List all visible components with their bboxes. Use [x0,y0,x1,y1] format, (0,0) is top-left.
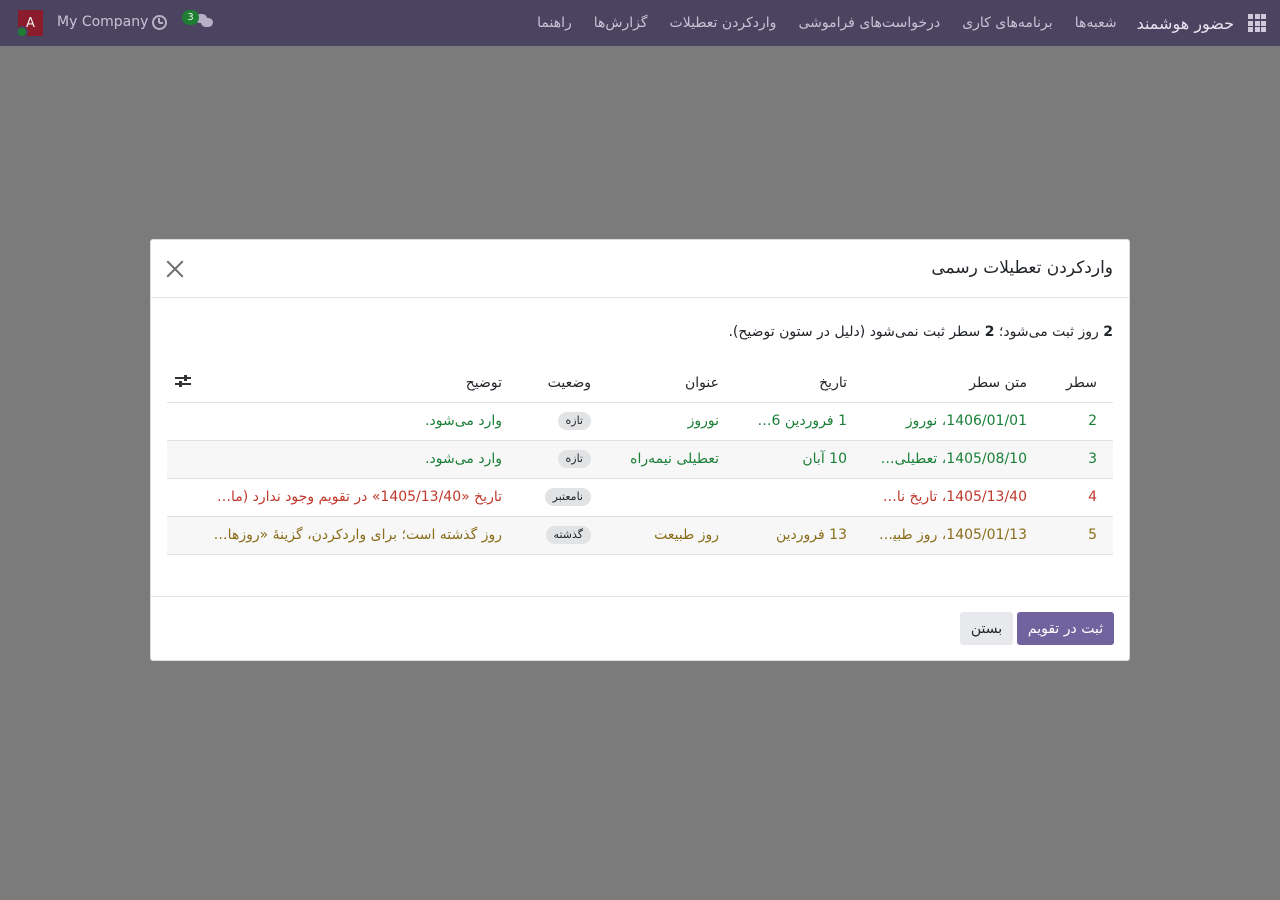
column-header-raw[interactable]: متن سطر [863,364,1043,403]
cell-raw: 1406/01/01، نوروز [863,402,1043,441]
cell-empty [167,440,195,479]
cell-row: 5 [1043,516,1113,555]
menu-item-forgot-requests[interactable]: درخواست‌های فراموشی [798,15,940,31]
cell-status: گذشته [518,516,607,555]
column-header-row[interactable]: سطر [1043,364,1113,403]
menu-item-reports[interactable]: گزارش‌ها [594,15,648,31]
cell-title: نوروز [607,402,735,441]
cell-row: 4 [1043,478,1113,517]
cell-status: تازه [518,402,607,441]
close-icon[interactable] [165,259,185,279]
status-badge: گذشته [545,526,591,544]
import-summary: 2 روز ثبت می‌شود؛ 2 سطر ثبت نمی‌شود (دلی… [728,324,1113,340]
messages-count-badge: 3 [182,10,199,25]
cell-date: 13 فروردین [735,516,863,555]
presence-status-dot [16,26,28,38]
cell-note: روز گذشته است؛ برای واردکردن، گزینهٔ «رو… [195,516,518,555]
cell-status: نامعتبر [518,478,607,517]
status-badge: نامعتبر [544,488,591,506]
sliders-icon[interactable] [175,374,191,388]
column-header-note[interactable]: توضیح [195,364,518,403]
cell-empty [167,478,195,517]
cell-note: تاریخ «1405/13/40» در تقویم وجود ندارد (… [195,478,518,517]
cell-note: وارد می‌شود. [195,402,518,441]
clock-icon[interactable] [152,15,167,30]
valid-text: روز ثبت می‌شود؛ [994,324,1104,340]
cell-raw: 1405/01/13، روز طبیعت [863,516,1043,555]
valid-count: 2 [1103,324,1113,340]
app-brand[interactable]: حضور هوشمند [1137,14,1234,33]
menu-item-help[interactable]: راهنما [537,15,572,31]
preview-table: سطر متن سطر تاریخ عنوان وضعیت توضیح 2 14… [167,364,1113,555]
cell-title: تعطیلی نیمه‌راه [607,440,735,479]
column-header-title[interactable]: عنوان [607,364,735,403]
cell-title: روز طبیعت [607,516,735,555]
invalid-count: 2 [984,324,995,340]
cell-empty [167,516,195,555]
cell-raw: 1405/13/40، تاریخ نادرست [863,478,1043,517]
cell-status: تازه [518,440,607,479]
invalid-text: سطر ثبت نمی‌شود (دلیل در ستون توضیح). [728,324,985,340]
dialog-footer: ثبت در تقویم بستن [151,596,1129,660]
column-header-status[interactable]: وضعیت [518,364,607,403]
dialog-body: 2 روز ثبت می‌شود؛ 2 سطر ثبت نمی‌شود (دلی… [151,298,1129,596]
table-row[interactable]: 2 1406/01/01، نوروز 1 فروردین 1406 نوروز… [167,402,1113,441]
dialog-header: واردکردن تعطیلات رسمی [151,240,1129,298]
close-button[interactable]: بستن [960,612,1013,645]
table-row[interactable]: 5 1405/01/13، روز طبیعت 13 فروردین روز ط… [167,516,1113,555]
cell-date: 1 فروردین 1406 [735,402,863,441]
status-badge: تازه [557,450,591,468]
menu-item-branches[interactable]: شعبه‌ها [1075,15,1117,31]
optional-columns-toggle[interactable] [167,364,195,403]
cell-row: 3 [1043,440,1113,479]
table-header-row: سطر متن سطر تاریخ عنوان وضعیت توضیح [167,364,1113,403]
cell-date [735,478,863,517]
company-switcher[interactable]: My Company [57,14,148,30]
menu-item-schedules[interactable]: برنامه‌های کاری [962,15,1053,31]
apps-menu-icon[interactable] [1234,0,1280,46]
cell-row: 2 [1043,402,1113,441]
cell-note: وارد می‌شود. [195,440,518,479]
save-to-calendar-button[interactable]: ثبت در تقویم [1017,612,1114,645]
status-badge: تازه [557,412,591,430]
cell-empty [167,402,195,441]
cell-raw: 1405/08/10، تعطیلی نیمه‌راه [863,440,1043,479]
cell-title [607,478,735,517]
menu-item-import-holidays[interactable]: واردکردن تعطیلات [670,15,777,31]
table-row[interactable]: 4 1405/13/40، تاریخ نادرست نامعتبر تاریخ… [167,478,1113,517]
cell-date: 10 آبان [735,440,863,479]
import-holidays-dialog: واردکردن تعطیلات رسمی 2 روز ثبت می‌شود؛ … [150,239,1130,661]
dialog-title: واردکردن تعطیلات رسمی [931,258,1113,278]
table-row[interactable]: 3 1405/08/10، تعطیلی نیمه‌راه 10 آبان تع… [167,440,1113,479]
column-header-date[interactable]: تاریخ [735,364,863,403]
